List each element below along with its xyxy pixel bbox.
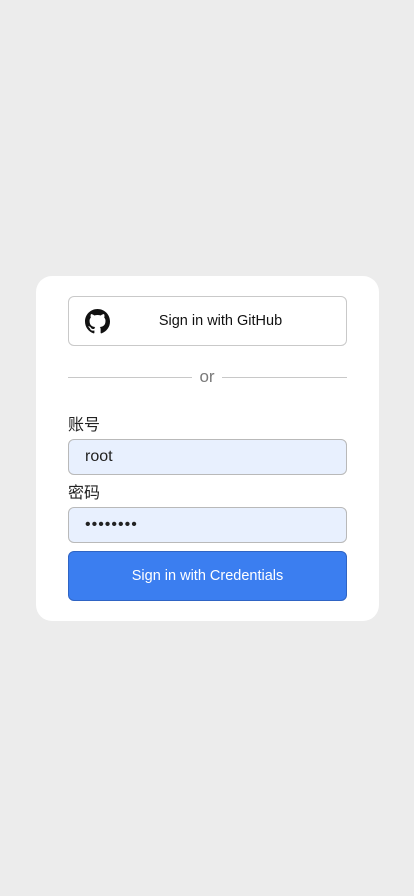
github-signin-label: Sign in with GitHub xyxy=(158,313,283,329)
github-signin-button[interactable]: Sign in with GitHub xyxy=(68,296,347,346)
divider-line-left xyxy=(68,377,192,378)
account-label: 账号 xyxy=(68,415,101,434)
password-label: 密码 xyxy=(68,483,101,502)
divider-line-right xyxy=(222,377,347,378)
divider-or-text: or xyxy=(199,367,215,386)
login-card: Sign in with GitHub or 账号 密码 Sign in wit… xyxy=(36,276,379,621)
credentials-signin-button[interactable]: Sign in with Credentials xyxy=(68,551,347,601)
or-divider: or xyxy=(68,366,347,388)
account-input[interactable] xyxy=(68,439,347,475)
password-input[interactable] xyxy=(68,507,347,543)
